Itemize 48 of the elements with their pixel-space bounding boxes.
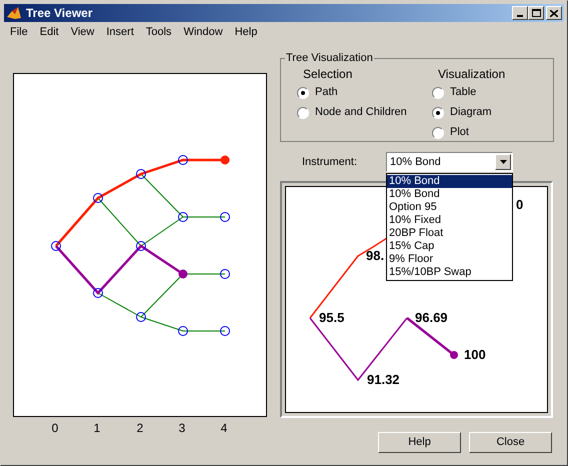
radio-button[interactable] [432,126,444,138]
menu-item[interactable]: Insert [106,24,134,40]
radio-button[interactable] [432,86,444,98]
axis-tick-label: 2 [136,420,144,437]
menu-item[interactable]: Help [234,24,258,40]
radio-button[interactable] [297,86,309,98]
radio-button[interactable] [297,106,309,118]
instrument-dropdown[interactable]: 10% Bond [386,152,513,172]
node-value-label: 91.32 [367,373,400,387]
menu-item[interactable]: Edit [40,24,59,40]
radio-option[interactable]: Table [432,82,537,102]
axis-tick-label: 1 [94,420,100,437]
radio-option[interactable]: Diagram [432,102,537,122]
instrument-label: Instrument: [302,154,358,170]
dropdown-option[interactable]: 15% Cap [387,240,512,253]
dropdown-option[interactable]: Option 95 [387,201,512,214]
menu-item[interactable]: View [70,24,94,40]
dropdown-option[interactable]: 10% Fixed [387,214,512,227]
close-button[interactable] [546,6,562,20]
close-icon[interactable] [550,10,558,16]
dialog-button[interactable]: Close [469,432,552,453]
menu-item[interactable]: Tools [146,24,172,40]
node-value-label: 98. [366,249,384,263]
menu-item[interactable]: File [10,24,28,40]
dropdown-option[interactable]: 10% Bond [387,188,512,201]
node-value-label: 96.69 [415,311,448,325]
radio-button[interactable] [432,106,444,118]
minimize-button[interactable] [512,6,528,20]
dropdown-option[interactable]: 9% Floor [387,253,512,266]
axis-tick-label: 0 [52,420,58,437]
dropdown-option[interactable]: 20BP Float [387,227,512,240]
axis-tick-label: 4 [220,420,228,437]
axis-tick-label: 3 [178,420,186,437]
group-heading: Selection [302,66,354,82]
dropdown-option[interactable]: 15%/10BP Swap [387,266,512,279]
node-value-label: 0 [516,198,524,212]
radio-option[interactable]: Path [297,82,402,102]
node-value-label: 95.5 [319,311,344,325]
node-value-label: 100 [464,348,486,362]
dialog-button[interactable]: Help [378,432,461,453]
menu-item[interactable]: Window [184,24,223,40]
maximize-button[interactable] [528,6,544,20]
dropdown-option[interactable]: 10% Bond [387,175,512,188]
radio-option[interactable]: Plot [432,122,537,142]
app-icon [6,5,22,21]
group-heading: Visualization [437,66,506,82]
group-title: Tree Visualization [285,51,374,66]
window-title: Tree Viewer [26,5,92,22]
